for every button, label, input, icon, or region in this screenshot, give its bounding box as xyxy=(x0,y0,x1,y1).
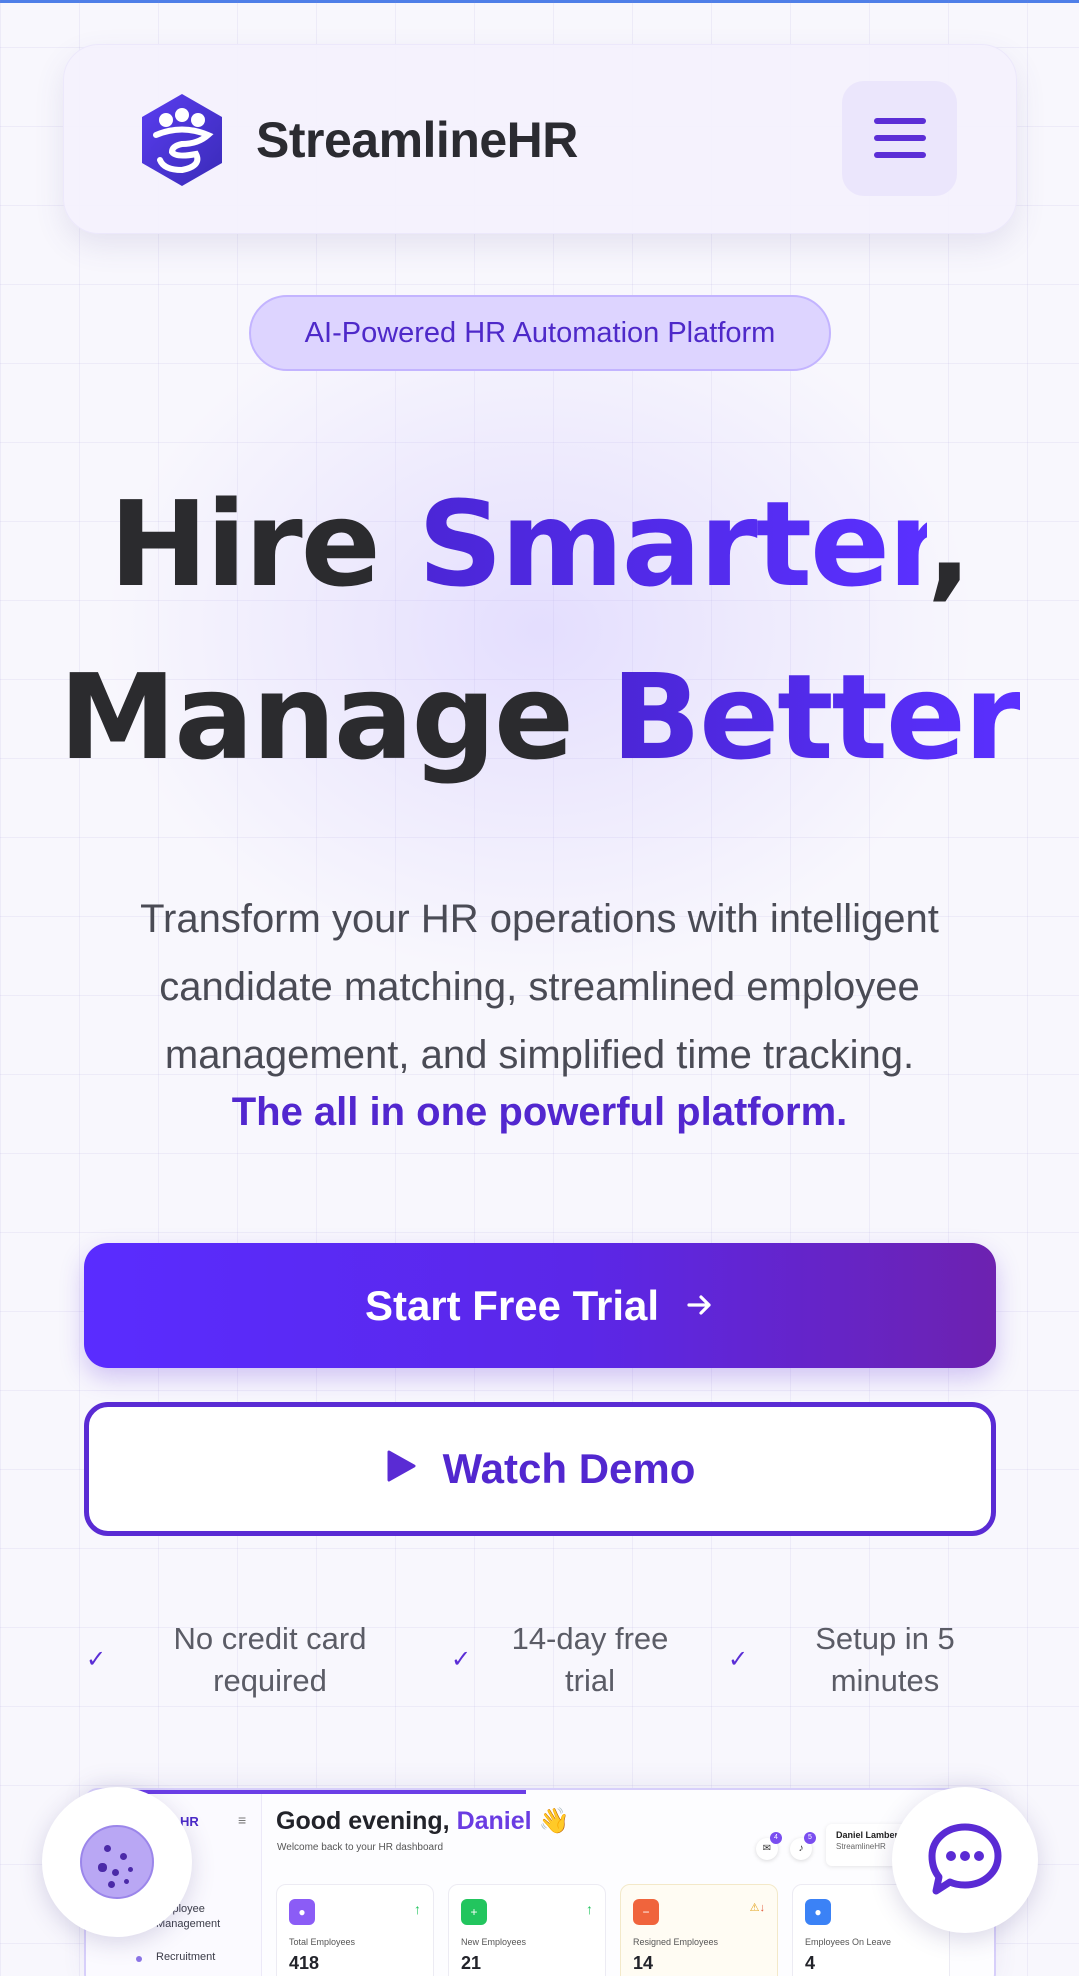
chat-bubble-button[interactable] xyxy=(892,1787,1038,1933)
arrow-up-icon: ↑ xyxy=(414,1901,421,1917)
user-minus-icon: − xyxy=(633,1899,659,1925)
hero-tagline: The all in one powerful platform. xyxy=(231,1090,848,1134)
preview-nav-label: Management xyxy=(156,1918,221,1930)
feature-item: Setup in 5 minutes xyxy=(785,1618,985,1702)
messages-icon: ✉ 4 xyxy=(756,1832,782,1860)
dashboard-preview: mlineHR ≡ board Employee Management Recr… xyxy=(84,1788,996,1976)
preview-greeting: Good evening, Daniel 👋 xyxy=(276,1807,570,1836)
arrow-right-icon xyxy=(685,1282,715,1330)
stat-value: 21 xyxy=(461,1953,482,1973)
preview-welcome: Welcome back to your HR dashboard xyxy=(277,1842,444,1853)
headline-line-2: Manage Better xyxy=(0,648,1079,786)
preview-nav-dot xyxy=(136,1956,142,1962)
stat-label: Employees On Leave xyxy=(805,1937,892,1947)
watch-demo-button[interactable]: Watch Demo xyxy=(84,1402,996,1536)
start-free-trial-button[interactable]: Start Free Trial xyxy=(84,1243,996,1368)
stat-card: ● ↑ Total Employees 418 xyxy=(276,1884,434,1976)
chat-bubble-icon xyxy=(928,1823,1002,1895)
arrow-up-icon: ↑ xyxy=(586,1901,593,1917)
stat-card: − ⚠↓ Resigned Employees 14 xyxy=(620,1884,778,1976)
subtitle-line: management, and simplified time tracking… xyxy=(164,1033,915,1077)
user-plus-icon: + xyxy=(461,1899,487,1925)
notifications-count: 5 xyxy=(804,1832,816,1844)
stat-value: 14 xyxy=(633,1953,654,1973)
feature-text: 14-day free xyxy=(511,1621,669,1656)
hero-badge: AI-Powered HR Automation Platform xyxy=(249,295,831,371)
users-icon: ● xyxy=(289,1899,315,1925)
wave-emoji: 👋 xyxy=(538,1807,570,1835)
warning-arrow-down-icon: ⚠↓ xyxy=(749,1902,765,1914)
streamlinehr-logo-icon[interactable] xyxy=(132,90,232,190)
greeting-name: Daniel xyxy=(456,1807,532,1835)
headline-word: Hire xyxy=(109,475,418,613)
feature-text: minutes xyxy=(830,1663,940,1698)
preview-nav-item: Recruitment xyxy=(156,1951,216,1963)
subtitle-line: Transform your HR operations with intell… xyxy=(140,897,939,941)
headline-line-1: Hire Smarter, xyxy=(0,475,1079,613)
messages-count: 4 xyxy=(770,1832,782,1844)
feature-text: No credit card xyxy=(173,1621,367,1656)
start-free-trial-label: Start Free Trial xyxy=(364,1281,660,1329)
ai-assistant-icon xyxy=(80,1825,154,1899)
headline-accent-word: Smarter xyxy=(417,475,929,613)
stat-label: New Employees xyxy=(461,1937,527,1947)
ai-assistant-button[interactable] xyxy=(42,1787,192,1937)
stat-label: Total Employees xyxy=(289,1937,356,1947)
hamburger-menu-icon[interactable] xyxy=(842,81,957,196)
stat-card: + ↑ New Employees 21 xyxy=(448,1884,606,1976)
feature-item: No credit card required xyxy=(150,1618,390,1702)
hero-glow xyxy=(100,280,980,980)
headline-punct: , xyxy=(926,475,972,613)
brand-name[interactable]: StreamlineHR xyxy=(256,111,578,169)
preview-menu-icon: ≡ xyxy=(238,1812,247,1828)
check-icon: ✓ xyxy=(451,1646,472,1673)
users-leave-icon: ● xyxy=(805,1899,831,1925)
headline-accent-word: Better xyxy=(611,648,1022,786)
feature-item: 14-day free trial xyxy=(490,1618,690,1702)
hero-subtitle: Transform your HR operations with intell… xyxy=(60,885,1019,1089)
stat-value: 4 xyxy=(805,1953,816,1973)
navbar: StreamlineHR xyxy=(63,44,1017,234)
stat-value: 418 xyxy=(289,1953,320,1973)
feature-text: required xyxy=(213,1663,327,1698)
feature-text: Setup in 5 xyxy=(815,1621,955,1656)
greeting-text: Good evening, xyxy=(276,1807,457,1835)
stat-label: Resigned Employees xyxy=(633,1937,719,1947)
watch-demo-label: Watch Demo xyxy=(442,1445,696,1492)
check-icon: ✓ xyxy=(728,1646,749,1673)
check-icon: ✓ xyxy=(86,1646,107,1673)
bell-icon: ♪ 5 xyxy=(790,1832,816,1860)
play-icon xyxy=(385,1445,417,1493)
headline-word: Manage xyxy=(58,648,612,786)
subtitle-line: candidate matching, streamlined employee xyxy=(159,965,920,1009)
feature-text: trial xyxy=(565,1663,615,1698)
